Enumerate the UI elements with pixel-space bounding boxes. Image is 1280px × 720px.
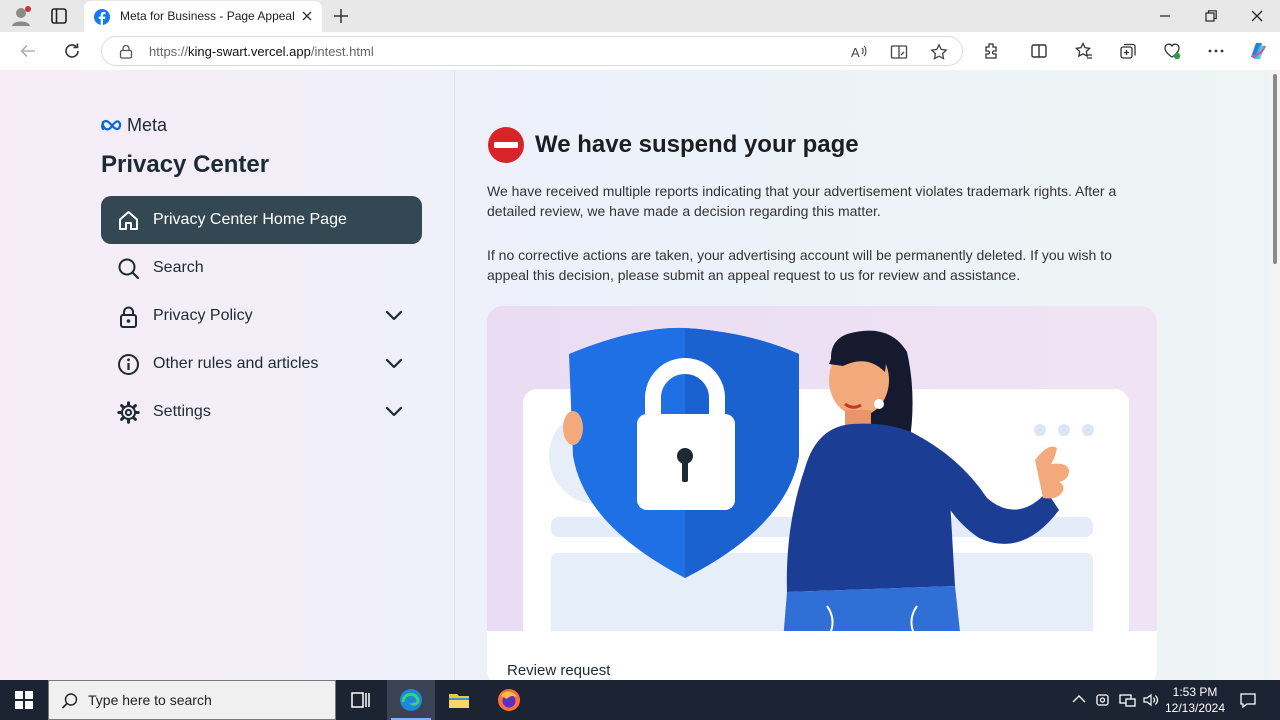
search-icon [117, 257, 140, 280]
meet-now-icon[interactable] [1094, 691, 1112, 709]
browser-essentials-icon[interactable] [1162, 41, 1182, 61]
chevron-up-icon[interactable] [1070, 691, 1088, 709]
info-icon [117, 353, 140, 376]
home-icon [117, 209, 140, 232]
taskbar-search-box[interactable]: Type here to search [48, 680, 336, 720]
taskbar: Type here to search 1:53 PM 12/13/2024 [0, 680, 1280, 720]
taskbar-firefox[interactable] [485, 680, 533, 720]
browser-tab[interactable]: Meta for Business - Page Appeal [84, 1, 322, 32]
sidebar-item-other-rules[interactable]: Other rules and articles [101, 340, 422, 388]
url-path: /intest.html [310, 44, 374, 59]
security-illustration [487, 306, 1157, 641]
collections-icon[interactable] [1118, 41, 1138, 61]
profile-icon[interactable] [10, 5, 32, 27]
restore-icon[interactable] [1201, 6, 1221, 26]
address-bar[interactable]: https://king-swart.vercel.app/intest.htm… [101, 36, 963, 66]
favorites-icon[interactable] [1074, 41, 1094, 61]
sidebar-item-label: Other rules and articles [153, 355, 319, 372]
immersive-reader-icon[interactable] [890, 43, 908, 61]
sidebar-item-search[interactable]: Search [101, 244, 422, 292]
main-content: We have suspend your page We have receiv… [487, 70, 1187, 680]
gear-icon [117, 401, 140, 424]
taskbar-file-explorer[interactable] [435, 680, 483, 720]
chevron-down-icon[interactable] [384, 355, 404, 373]
firefox-icon [498, 689, 520, 711]
page-scrollbar[interactable] [1270, 70, 1280, 680]
notice-paragraph: We have received multiple reports indica… [487, 183, 1117, 219]
stop-sign-icon [487, 126, 525, 164]
svg-text:A: A [851, 45, 860, 60]
review-card[interactable]: Review request [487, 306, 1157, 680]
volume-icon[interactable] [1142, 691, 1160, 709]
appeal-paragraph: If no corrective actions are taken, your… [487, 247, 1112, 283]
sidebar: Meta Privacy Center Privacy Center Home … [0, 70, 455, 680]
minimize-icon[interactable] [1155, 6, 1175, 26]
web-page: Meta Privacy Center Privacy Center Home … [0, 70, 1270, 680]
notification-icon[interactable] [1238, 690, 1258, 710]
tab-actions-icon[interactable] [48, 6, 70, 26]
sidebar-item-privacy-policy[interactable]: Privacy Policy [101, 292, 422, 340]
network-icon[interactable] [1118, 691, 1136, 709]
chevron-down-icon[interactable] [384, 403, 404, 421]
taskbar-edge[interactable] [387, 680, 435, 720]
search-icon [61, 692, 79, 710]
padlock-icon[interactable] [119, 44, 133, 59]
tab-title: Meta for Business - Page Appeal [120, 9, 295, 23]
lock-icon [117, 305, 140, 328]
facebook-icon [94, 9, 110, 25]
browser-titlebar: Meta for Business - Page Appeal [0, 0, 1280, 32]
sidebar-item-label: Privacy Policy [153, 307, 253, 324]
url-scheme: https:// [149, 44, 189, 59]
sidebar-item-label: Search [153, 259, 204, 276]
close-tab-icon[interactable] [300, 9, 314, 23]
chevron-down-icon[interactable] [384, 307, 404, 325]
meta-logo[interactable]: Meta [100, 115, 180, 135]
url-text[interactable]: https://king-swart.vercel.app/intest.htm… [149, 44, 374, 59]
refresh-icon[interactable] [62, 41, 82, 61]
extensions-icon[interactable] [981, 41, 1001, 61]
read-aloud-icon[interactable]: A [850, 43, 868, 61]
meta-infinity-icon [101, 119, 122, 131]
split-screen-icon[interactable] [1029, 41, 1049, 61]
review-request-label: Review request [507, 662, 611, 679]
sidebar-item-label: Privacy Center Home Page [153, 211, 347, 228]
clock-date: 12/13/2024 [1164, 701, 1226, 715]
close-window-icon[interactable] [1247, 6, 1267, 26]
windows-logo-icon [15, 691, 33, 709]
copilot-icon[interactable] [1246, 39, 1270, 63]
search-placeholder: Type here to search [88, 692, 212, 708]
new-tab-icon[interactable] [332, 7, 350, 25]
task-view-button[interactable] [336, 680, 384, 720]
clock-time: 1:53 PM [1172, 685, 1218, 699]
sidebar-item-settings[interactable]: Settings [101, 388, 422, 436]
favorite-star-icon[interactable] [930, 43, 948, 61]
edge-icon [400, 689, 422, 711]
folder-icon [449, 694, 469, 708]
sidebar-item-label: Settings [153, 403, 211, 420]
privacy-center-title: Privacy Center [101, 151, 270, 178]
sidebar-item-home[interactable]: Privacy Center Home Page [101, 196, 422, 244]
start-button[interactable] [0, 680, 48, 720]
task-view-icon [351, 692, 370, 708]
scrollbar-thumb[interactable] [1273, 74, 1277, 264]
browser-toolbar: https://king-swart.vercel.app/intest.htm… [0, 32, 1280, 70]
more-menu-icon[interactable] [1206, 41, 1226, 61]
url-host: king-swart.vercel.app [188, 44, 311, 59]
page-headline: We have suspend your page [535, 131, 859, 158]
back-icon[interactable] [18, 41, 38, 61]
meta-wordmark: Meta [127, 115, 168, 135]
taskbar-clock[interactable]: 1:53 PM 12/13/2024 [1162, 684, 1228, 716]
